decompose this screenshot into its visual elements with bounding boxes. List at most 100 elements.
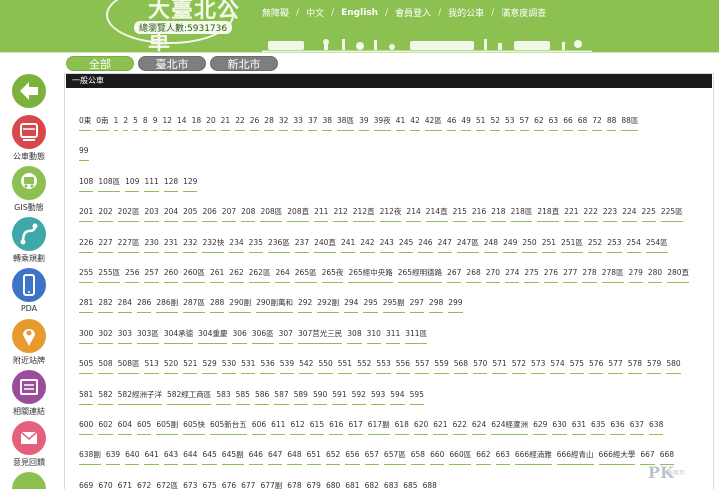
route-link[interactable]: 212 [333,207,348,223]
route-link[interactable]: 308 [347,329,362,344]
route-link[interactable]: 670 [98,481,112,489]
route-link[interactable]: 576 [589,359,604,375]
route-link[interactable]: 629 [533,420,548,435]
route-link[interactable]: 311區 [405,329,428,344]
route-link[interactable]: 8 [142,116,148,131]
route-link[interactable]: 571 [492,359,507,375]
route-link[interactable]: 260 [163,268,179,283]
route-link[interactable]: 671 [118,481,132,489]
route-link[interactable]: 211 [314,207,329,223]
route-link[interactable]: 677副 [260,481,282,489]
route-link[interactable]: 18 [191,116,202,131]
route-link[interactable]: 66 [563,116,573,131]
route-link[interactable]: 20 [206,116,216,131]
route-link[interactable]: 683 [384,481,398,489]
route-link[interactable]: 660區 [449,450,472,466]
route-link[interactable]: 39夜 [373,116,391,131]
route-link[interactable]: 666經青山 [556,450,594,466]
route-link[interactable]: 521 [183,359,198,375]
route-link[interactable]: 246 [418,238,433,253]
route-link[interactable]: 531 [241,359,256,375]
route-link[interactable]: 39 [359,116,369,131]
route-link[interactable]: 587 [274,390,289,405]
route-link[interactable]: 1 [113,116,119,131]
route-link[interactable]: 128 [163,177,179,192]
route-link[interactable]: 294 [344,298,359,314]
route-link[interactable]: 208直 [287,207,310,223]
tab-new-taipei-city[interactable]: 新北市 [210,56,278,71]
route-link[interactable]: 681 [345,481,359,489]
route-link[interactable]: 281 [79,298,94,314]
route-link[interactable]: 582 [98,390,113,405]
route-link[interactable]: 611 [271,420,286,435]
route-link[interactable]: 225區 [660,207,683,223]
route-link[interactable]: 303 [117,329,132,344]
route-link[interactable]: 88 [606,116,617,131]
route-link[interactable]: 215 [452,207,467,223]
route-link[interactable]: 218直 [537,207,560,223]
route-link[interactable]: 5 [133,116,138,131]
route-link[interactable]: 658 [410,450,426,466]
route-link[interactable]: 255 [79,268,94,283]
route-link[interactable]: 42 [410,116,420,131]
route-link[interactable]: 673 [183,481,197,489]
route-link[interactable]: 582經工商區 [166,390,212,405]
route-link[interactable]: 638 [649,420,664,435]
route-link[interactable]: 594 [390,390,405,405]
route-link[interactable]: 669 [79,481,93,489]
route-link[interactable]: 295 [363,298,378,314]
route-link[interactable]: 99 [79,146,89,162]
route-link[interactable]: 302 [98,329,113,344]
route-link[interactable]: 675 [202,481,216,489]
route-link[interactable]: 280直 [667,268,690,283]
route-link[interactable]: 226 [79,238,94,253]
route-link[interactable]: 265夜 [321,268,344,283]
route-link[interactable]: 616 [329,420,344,435]
route-link[interactable]: 214直 [425,207,448,223]
route-link[interactable]: 680 [326,481,340,489]
route-link[interactable]: 37 [307,116,318,131]
route-link[interactable]: 223 [602,207,618,223]
route-link[interactable]: 570 [473,359,488,375]
route-link[interactable]: 307莒光三民 [297,329,343,344]
route-link[interactable]: 648 [287,450,302,466]
route-link[interactable]: 247區 [456,238,479,253]
route-link[interactable]: 617 [348,420,363,435]
route-link[interactable]: 677 [241,481,255,489]
route-link[interactable]: 232 [183,238,198,253]
route-link[interactable]: 585 [235,390,250,405]
route-link[interactable]: 645副 [221,450,244,466]
route-link[interactable]: 26 [249,116,260,131]
route-link[interactable]: 657 [364,450,379,466]
route-link[interactable]: 595 [409,390,424,405]
route-link[interactable]: 216 [471,207,487,223]
route-link[interactable]: 62 [534,116,544,131]
route-link[interactable]: 583 [216,390,231,405]
route-link[interactable]: 232快 [202,238,225,253]
route-link[interactable]: 672區 [156,481,178,489]
sidebar-item-transfer[interactable]: 轉乘規劃 [0,217,58,264]
route-link[interactable]: 666經湳雅 [514,450,552,466]
route-link[interactable]: 605副 [156,420,179,435]
route-link[interactable]: 575 [569,359,585,375]
route-link[interactable]: 644 [183,450,198,466]
route-link[interactable]: 600 [79,420,94,435]
route-link[interactable]: 630 [552,420,567,435]
route-link[interactable]: 284 [117,298,132,314]
route-link[interactable]: 53 [505,116,515,131]
route-link[interactable]: 679 [307,481,321,489]
nav-member-login[interactable]: 會員登入 [395,6,431,19]
route-link[interactable]: 297 [409,298,424,314]
route-link[interactable]: 203 [144,207,159,223]
route-link[interactable]: 593 [370,390,386,405]
route-link[interactable]: 556 [395,359,411,375]
route-link[interactable]: 568 [453,359,469,375]
sidebar-item-feedback[interactable]: 意見回饋 [0,421,58,468]
route-link[interactable]: 306區 [251,329,274,344]
route-link[interactable]: 250 [522,238,537,253]
route-link[interactable]: 274 [505,268,520,283]
route-link[interactable]: 602 [98,420,113,435]
route-link[interactable]: 295副 [382,298,405,314]
route-link[interactable]: 49 [461,116,471,131]
route-link[interactable]: 254 [626,238,641,253]
